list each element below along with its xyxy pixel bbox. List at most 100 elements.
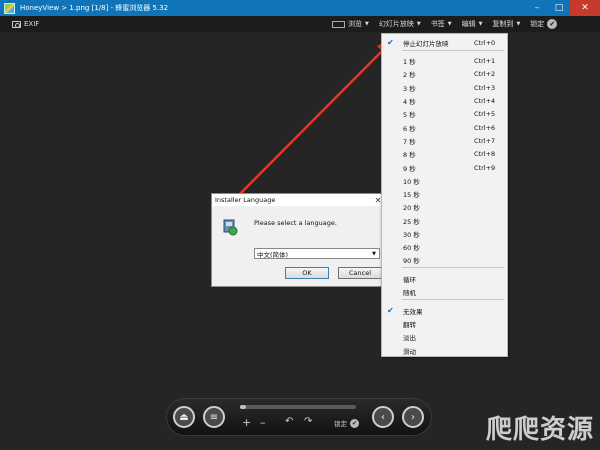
slideshow-menu-item[interactable]: 6 秒 Ctrl+6 [382,121,507,134]
menu-slideshow[interactable]: 幻灯片放映 ▼ [379,19,421,29]
cancel-button[interactable]: Cancel [338,267,382,279]
dialog-title-bar: Installer Language [212,194,384,206]
progress-slider[interactable] [240,405,356,409]
menu-browse-label: 浏览 [348,20,362,28]
menu-copy-to-label: 复制到 [492,20,514,28]
slideshow-menu-item[interactable]: 滑动 [382,344,507,357]
installer-language-dialog: Installer Language ✕ Please select a lan… [211,193,385,287]
menu-button[interactable]: ≡ [203,406,225,428]
slideshow-menu-item[interactable]: 淡出 [382,330,507,343]
arrow-line [225,43,390,209]
slideshow-menu-item[interactable]: 25 秒 [382,214,507,227]
slideshow-menu-item[interactable]: 随机 [382,285,507,298]
menu-copy-to[interactable]: 复制到 ▼ [492,19,520,29]
close-button[interactable]: ✕ [570,0,600,16]
slideshow-menu-item[interactable]: 7 秒 Ctrl+7 [382,134,507,147]
checkmark-icon: ✔ [387,38,394,47]
slideshow-menu: ✔ 停止幻灯片放映 Ctrl+0 1 秒 Ctrl+1 2 秒 Ctrl+2 3 秒 Ctrl+… [381,33,508,357]
language-select[interactable]: 中文(简体) ▼ [254,248,380,259]
title-bar: HoneyView > 1.png [1/8] - 蜂蜜浏览器 5.32 – □… [0,0,600,16]
menu-item-shortcut: Ctrl+7 [474,136,496,145]
menu-item-shortcut: Ctrl+2 [474,69,496,78]
slideshow-menu-item[interactable]: 60 秒 [382,240,507,253]
slideshow-menu-item[interactable]: 9 秒 Ctrl+9 [382,161,507,174]
menu-separator [402,299,504,300]
slideshow-menu-item[interactable]: 3 秒 Ctrl+3 [382,81,507,94]
slideshow-menu-item[interactable]: 1 秒 Ctrl+1 [382,54,507,67]
menu-item-label: 60 秒 [403,243,420,252]
menu-item-label: 6 秒 [403,124,416,133]
previous-button[interactable]: ‹ [372,406,394,428]
slideshow-menu-item[interactable]: 翻转 [382,317,507,330]
slideshow-menu-item[interactable]: 2 秒 Ctrl+2 [382,67,507,80]
zoom-in-button[interactable]: + [242,416,251,429]
slideshow-menu-item[interactable]: 30 秒 [382,227,507,240]
exif-button[interactable]: EXIF [12,20,39,28]
slideshow-menu-item[interactable]: 90 秒 [382,253,507,266]
lock-toggle-bottom[interactable]: 锁定 ✔ [334,418,359,428]
menu-item-label: 30 秒 [403,230,420,239]
slideshow-menu-item[interactable]: 20 秒 [382,200,507,213]
installer-icon [223,219,238,236]
menu-item-label: 90 秒 [403,256,420,265]
menu-item-label: 2 秒 [403,70,416,79]
slideshow-menu-item[interactable]: 10 秒 [382,174,507,187]
control-bar: ⏏ ≡ + – ↶ ↷ 锁定 ✔ ‹ › [166,398,432,436]
menu-item-label: 1 秒 [403,57,416,66]
menu-item-label: 无效果 [403,307,423,316]
rotate-left-button[interactable]: ↶ [285,416,293,427]
honeyview-logo-icon [4,2,15,14]
menu-item-label: 停止幻灯片放映 [403,39,449,48]
exif-label: EXIF [24,20,40,28]
menu-browse[interactable]: 浏览 ▼ [332,19,369,29]
rotate-right-button[interactable]: ↷ [304,416,312,427]
ok-button[interactable]: OK [285,267,329,279]
menu-separator [402,267,504,268]
menu-item-label: 滑动 [403,347,416,356]
menu-separator [402,50,504,51]
slideshow-menu-item[interactable]: 4 秒 Ctrl+4 [382,94,507,107]
check-circle-icon: ✔ [350,418,359,428]
lock-toggle[interactable]: 锁定 ✔ [530,19,558,29]
slideshow-menu-item[interactable]: 循环 [382,272,507,285]
maximize-button[interactable]: □ [548,0,570,16]
next-button[interactable]: › [402,406,424,428]
slideshow-menu-item[interactable]: 5 秒 Ctrl+5 [382,107,507,120]
menu-item-label: 25 秒 [403,217,420,226]
caret-down-icon: ▼ [365,21,369,27]
menu-lines-icon: ≡ [209,411,219,423]
chevron-right-icon: › [411,411,415,423]
menu-item-shortcut: Ctrl+3 [474,83,496,92]
checkmark-icon: ✔ [387,306,394,315]
browse-frame-icon [332,20,345,28]
menu-slideshow-label: 幻灯片放映 [378,20,414,28]
watermark-text: 爬爬资源 [485,415,594,445]
slideshow-menu-item[interactable]: ✔ 无效果 [382,304,507,317]
menu-item-label: 3 秒 [403,84,416,93]
toolbar: EXIF 浏览 ▼ 幻灯片放映 ▼ 书签 ▼ 编辑 ▼ 复制到 ▼ 锁定 ✔ [0,16,600,32]
menu-item-shortcut: Ctrl+6 [474,123,496,132]
chevron-left-icon: ‹ [381,411,385,423]
menu-item-shortcut: Ctrl+9 [474,163,496,172]
minimize-button[interactable]: – [526,0,548,16]
menu-item-label: 20 秒 [403,203,420,212]
menu-edit[interactable]: 编辑 ▼ [462,19,483,29]
menu-item-shortcut: Ctrl+8 [474,149,496,158]
menu-item-label: 循环 [403,275,416,284]
caret-down-icon: ▼ [478,21,483,27]
menu-item-label: 翻转 [403,320,416,329]
dialog-message: Please select a language. [254,219,337,227]
chevron-down-icon: ▼ [372,250,376,257]
eject-button[interactable]: ⏏ [173,406,195,428]
slideshow-menu-item[interactable]: 15 秒 [382,187,507,200]
slideshow-menu-item[interactable]: 8 秒 Ctrl+8 [382,147,507,160]
zoom-out-button[interactable]: – [260,416,266,429]
menu-item-label: 随机 [403,288,416,297]
caret-down-icon: ▼ [416,21,421,27]
menu-item-label: 9 秒 [403,164,416,173]
menu-edit-label: 编辑 [461,20,476,28]
menu-item-label: 淡出 [403,333,416,342]
lock-label-bottom: 锁定 [334,420,347,428]
menu-bookmarks[interactable]: 书签 ▼ [431,19,452,29]
slideshow-menu-item[interactable]: ✔ 停止幻灯片放映 Ctrl+0 [382,36,507,49]
